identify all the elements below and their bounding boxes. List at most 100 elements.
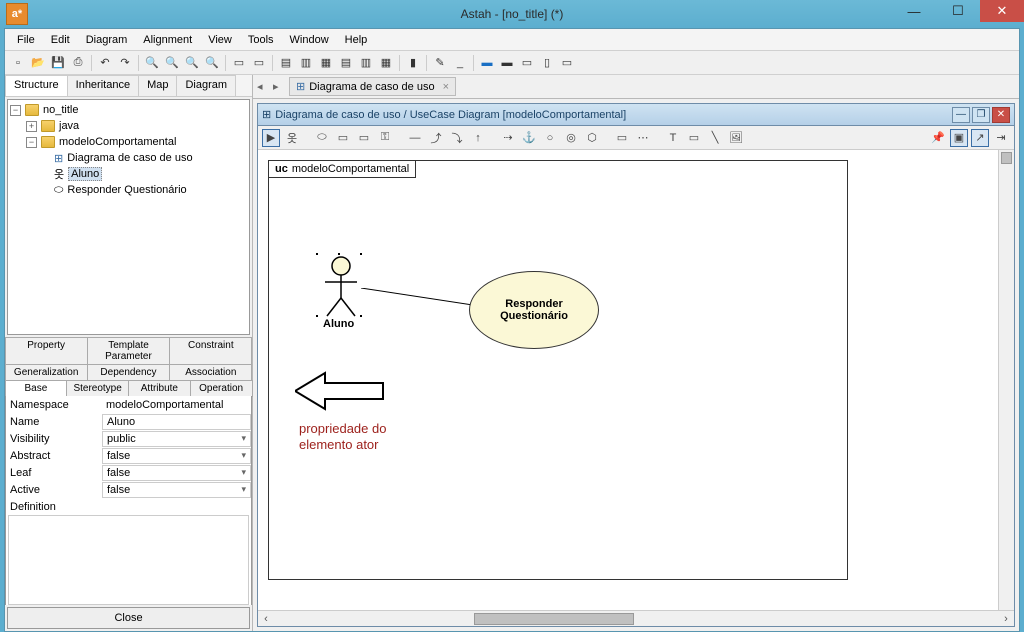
tool1-icon[interactable]: ▭ — [518, 54, 536, 72]
zoom-out-icon[interactable]: 🔍 — [183, 54, 201, 72]
color2-icon[interactable]: ▬ — [498, 54, 516, 72]
image-icon[interactable]: 🖼 — [727, 129, 745, 147]
val-visibility[interactable]: public▾ — [102, 431, 251, 447]
mode2-icon[interactable]: ↗ — [971, 129, 989, 147]
tab-prev-icon[interactable]: ◂ — [257, 80, 269, 93]
new-icon[interactable]: ▫ — [9, 54, 27, 72]
resize-handle[interactable] — [337, 252, 341, 256]
assoc-icon[interactable]: — — [406, 129, 424, 147]
ptab-base[interactable]: Base — [5, 380, 67, 397]
tree-actor[interactable]: Aluno — [68, 167, 102, 181]
ptab-operation[interactable]: Operation — [190, 380, 253, 397]
tool2-icon[interactable]: ▯ — [538, 54, 556, 72]
tree-root[interactable]: no_title — [43, 104, 78, 116]
ptab-generalization[interactable]: Generalization — [5, 364, 88, 381]
menu-window[interactable]: Window — [282, 32, 337, 48]
tree-usecase[interactable]: Responder Questionário — [67, 184, 186, 196]
save-icon[interactable]: 💾 — [49, 54, 67, 72]
resize-handle[interactable] — [315, 314, 319, 318]
rect-icon[interactable]: ▭ — [685, 129, 703, 147]
tool3-icon[interactable]: ▭ — [558, 54, 576, 72]
collapse-icon[interactable]: − — [10, 105, 21, 116]
minimize-button[interactable]: — — [892, 0, 936, 22]
menu-tools[interactable]: Tools — [240, 32, 282, 48]
ptab-stereotype[interactable]: Stereotype — [66, 380, 129, 397]
expand-icon[interactable]: + — [26, 121, 37, 132]
menu-alignment[interactable]: Alignment — [135, 32, 200, 48]
include-icon[interactable]: ⤵ — [448, 129, 466, 147]
package2-icon[interactable]: ▭ — [355, 129, 373, 147]
ptab-constraint[interactable]: Constraint — [169, 337, 252, 365]
line-icon[interactable]: ╲ — [706, 129, 724, 147]
align-v2-icon[interactable]: ▥ — [357, 54, 375, 72]
horizontal-scrollbar[interactable]: ‹ › — [258, 610, 1014, 626]
circle1-icon[interactable]: ○ — [541, 129, 559, 147]
undo-icon[interactable]: ↶ — [96, 54, 114, 72]
mode1-icon[interactable]: ▣ — [950, 129, 968, 147]
align-h3-icon[interactable]: ▦ — [317, 54, 335, 72]
print-icon[interactable]: ⎙ — [69, 54, 87, 72]
hex-icon[interactable]: ⬡ — [583, 129, 601, 147]
chevron-down-icon[interactable]: ▾ — [241, 450, 246, 461]
align-h1-icon[interactable]: ▤ — [277, 54, 295, 72]
val-active[interactable]: false▾ — [102, 482, 251, 498]
tab-next-icon[interactable]: ▸ — [273, 80, 285, 93]
circle2-icon[interactable]: ◎ — [562, 129, 580, 147]
tab-map[interactable]: Map — [138, 75, 177, 96]
close-button[interactable]: ✕ — [980, 0, 1024, 22]
mode3-icon[interactable]: ⇥ — [992, 129, 1010, 147]
tree-model[interactable]: modeloComportamental — [59, 136, 176, 148]
usecase-frame[interactable]: ucmodeloComportamental — [268, 160, 848, 580]
ptab-property[interactable]: Property — [5, 337, 88, 365]
actor-tool-icon[interactable]: 옷 — [283, 129, 301, 147]
val-leaf[interactable]: false▾ — [102, 465, 251, 481]
resize-handle[interactable] — [315, 252, 319, 256]
maximize-button[interactable]: ☐ — [936, 0, 980, 22]
scroll-right-icon[interactable]: › — [998, 613, 1014, 625]
resize-handle[interactable] — [359, 252, 363, 256]
color1-icon[interactable]: ▬ — [478, 54, 496, 72]
diag-close-icon[interactable]: ✕ — [992, 107, 1010, 123]
menu-edit[interactable]: Edit — [43, 32, 78, 48]
redo-icon[interactable]: ↷ — [116, 54, 134, 72]
menu-help[interactable]: Help — [337, 32, 376, 48]
align-center-icon[interactable]: ▭ — [250, 54, 268, 72]
vertical-scrollbar[interactable] — [998, 150, 1014, 610]
scroll-left-icon[interactable]: ‹ — [258, 613, 274, 625]
text-icon[interactable]: T — [664, 129, 682, 147]
align-v3-icon[interactable]: ▦ — [377, 54, 395, 72]
align-h2-icon[interactable]: ▥ — [297, 54, 315, 72]
menu-view[interactable]: View — [200, 32, 240, 48]
align-left-icon[interactable]: ▭ — [230, 54, 248, 72]
diagram-canvas[interactable]: ucmodeloComportamental — [258, 150, 998, 610]
dep-icon[interactable]: ⇢ — [499, 129, 517, 147]
chevron-down-icon[interactable]: ▾ — [241, 467, 246, 478]
key-icon[interactable]: ⚿ — [376, 129, 394, 147]
highlight-icon[interactable]: _ — [451, 54, 469, 72]
val-name[interactable]: Aluno — [102, 414, 251, 430]
package-icon[interactable]: ▭ — [334, 129, 352, 147]
close-props-button[interactable]: Close — [7, 607, 250, 629]
pin-icon[interactable]: 📌 — [929, 129, 947, 147]
ptab-attribute[interactable]: Attribute — [128, 380, 191, 397]
definition-textarea[interactable] — [8, 515, 249, 605]
pointer-icon[interactable]: ▶ — [262, 129, 280, 147]
chevron-down-icon[interactable]: ▾ — [241, 433, 246, 444]
scrollbar-thumb[interactable] — [1001, 152, 1012, 164]
zoom-in-icon[interactable]: 🔍 — [143, 54, 161, 72]
zoom-reset-icon[interactable]: 🔍 — [203, 54, 221, 72]
tree-diagram[interactable]: Diagrama de caso de uso — [67, 152, 192, 164]
resize-handle[interactable] — [359, 314, 363, 318]
ptab-association[interactable]: Association — [169, 364, 252, 381]
align-v1-icon[interactable]: ▤ — [337, 54, 355, 72]
ptab-dependency[interactable]: Dependency — [87, 364, 170, 381]
tree-java[interactable]: java — [59, 120, 79, 132]
gen-icon[interactable]: ↑ — [469, 129, 487, 147]
extend-icon[interactable]: ⤴ — [427, 129, 445, 147]
zoom-fit-icon[interactable]: 🔍 — [163, 54, 181, 72]
usecase-tool-icon[interactable]: ⬭ — [313, 129, 331, 147]
project-tree[interactable]: −no_title +java −modeloComportamental ⊞D… — [7, 99, 250, 335]
doc-tab[interactable]: ⊞ Diagrama de caso de uso × — [289, 77, 456, 96]
usecase-shape[interactable]: Responder Questionário — [469, 271, 599, 349]
dots-icon[interactable]: ⋯ — [634, 129, 652, 147]
